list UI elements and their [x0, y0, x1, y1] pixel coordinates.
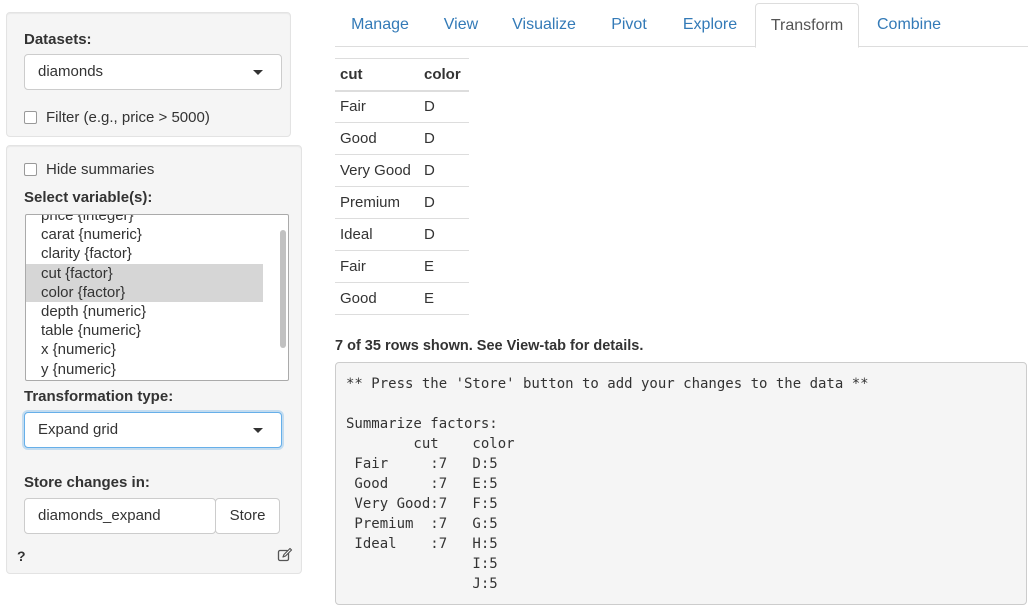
- tab-explore[interactable]: Explore: [671, 3, 749, 47]
- variable-option[interactable]: table {numeric}: [26, 321, 288, 340]
- hide-summaries-checkbox-box[interactable]: [24, 163, 37, 176]
- tab-bar: Manage View Visualize Pivot Explore Tran…: [335, 3, 1028, 48]
- tab-view[interactable]: View: [430, 3, 492, 47]
- column-header-color: color: [419, 58, 469, 92]
- table-cell: Very Good: [335, 154, 419, 187]
- table-body: Fair D Good D Very Good D Premium D Ideal D Fair E G…: [335, 90, 469, 315]
- transformation-type-select[interactable]: Expand grid: [24, 412, 282, 448]
- filter-checkbox-box[interactable]: [24, 111, 37, 124]
- rows-shown-note: 7 of 35 rows shown. See View-tab for det…: [335, 338, 644, 354]
- summary-output: ** Press the 'Store' button to add your …: [335, 362, 1027, 605]
- help-link[interactable]: ?: [17, 548, 26, 564]
- column-header-cut: cut: [335, 58, 419, 92]
- edit-icon[interactable]: [277, 547, 293, 563]
- variable-option[interactable]: carat {numeric}: [26, 225, 288, 244]
- table-cell: D: [419, 90, 469, 123]
- table-row: Very Good D: [335, 154, 469, 187]
- variables-list: price {integer} carat {numeric} clarity {f…: [26, 215, 288, 381]
- store-button[interactable]: Store: [215, 498, 280, 534]
- table-cell: E: [419, 250, 469, 283]
- variable-option[interactable]: clarity {factor}: [26, 244, 288, 263]
- table-header-row: cut color: [335, 58, 469, 92]
- table-cell: D: [419, 218, 469, 251]
- table-row: Premium D: [335, 186, 469, 219]
- table-cell: Fair: [335, 90, 419, 123]
- chevron-down-icon: [253, 70, 263, 75]
- filter-checkbox-label: Filter (e.g., price > 5000): [46, 109, 210, 126]
- transformation-type-value: Expand grid: [38, 421, 119, 438]
- store-name-value: diamonds_expand: [38, 507, 161, 524]
- chevron-down-icon: [253, 428, 263, 433]
- variable-option[interactable]: x {numeric}: [26, 340, 288, 359]
- table-row: Fair D: [335, 90, 469, 123]
- variables-listbox[interactable]: price {integer} carat {numeric} clarity {f…: [25, 214, 289, 381]
- variable-option[interactable]: z {numeric}: [26, 379, 288, 381]
- table-cell: Premium: [335, 186, 419, 219]
- hide-summaries-checkbox[interactable]: Hide summaries: [24, 161, 154, 178]
- variable-option[interactable]: depth {numeric}: [26, 302, 288, 321]
- transformation-type-label: Transformation type:: [24, 388, 174, 405]
- tab-pivot[interactable]: Pivot: [599, 3, 659, 47]
- select-variables-label: Select variable(s):: [24, 189, 153, 206]
- store-name-input[interactable]: diamonds_expand: [24, 498, 216, 534]
- tab-manage[interactable]: Manage: [340, 3, 420, 47]
- dataset-select[interactable]: diamonds: [24, 54, 282, 90]
- table-cell: D: [419, 122, 469, 155]
- table-cell: Fair: [335, 250, 419, 283]
- table-cell: Good: [335, 122, 419, 155]
- dataset-select-value: diamonds: [38, 63, 104, 80]
- tab-combine[interactable]: Combine: [866, 3, 952, 47]
- table-row: Fair E: [335, 250, 469, 283]
- variable-option[interactable]: price {integer}: [26, 215, 288, 225]
- datasets-panel: Datasets: diamonds Filter (e.g., price >…: [6, 12, 291, 137]
- preview-table: cut color Fair D Good D Very Good D Premium D Id…: [335, 58, 469, 315]
- tab-transform[interactable]: Transform: [755, 3, 859, 48]
- table-cell: D: [419, 186, 469, 219]
- filter-checkbox[interactable]: Filter (e.g., price > 5000): [24, 109, 210, 126]
- transform-panel: Hide summaries Select variable(s): price…: [6, 145, 302, 574]
- datasets-label: Datasets:: [24, 31, 92, 48]
- scrollbar-thumb[interactable]: [280, 230, 286, 348]
- table-cell: Good: [335, 282, 419, 315]
- store-changes-label: Store changes in:: [24, 474, 150, 491]
- variable-option[interactable]: y {numeric}: [26, 360, 288, 379]
- table-row: Good D: [335, 122, 469, 155]
- variable-option[interactable]: cut {factor}: [26, 263, 263, 283]
- hide-summaries-label: Hide summaries: [46, 161, 155, 178]
- table-cell: Ideal: [335, 218, 419, 251]
- tab-visualize[interactable]: Visualize: [501, 3, 587, 47]
- table-cell: E: [419, 282, 469, 315]
- table-cell: D: [419, 154, 469, 187]
- table-row: Good E: [335, 282, 469, 315]
- table-row: Ideal D: [335, 218, 469, 251]
- variable-option[interactable]: color {factor}: [26, 282, 263, 302]
